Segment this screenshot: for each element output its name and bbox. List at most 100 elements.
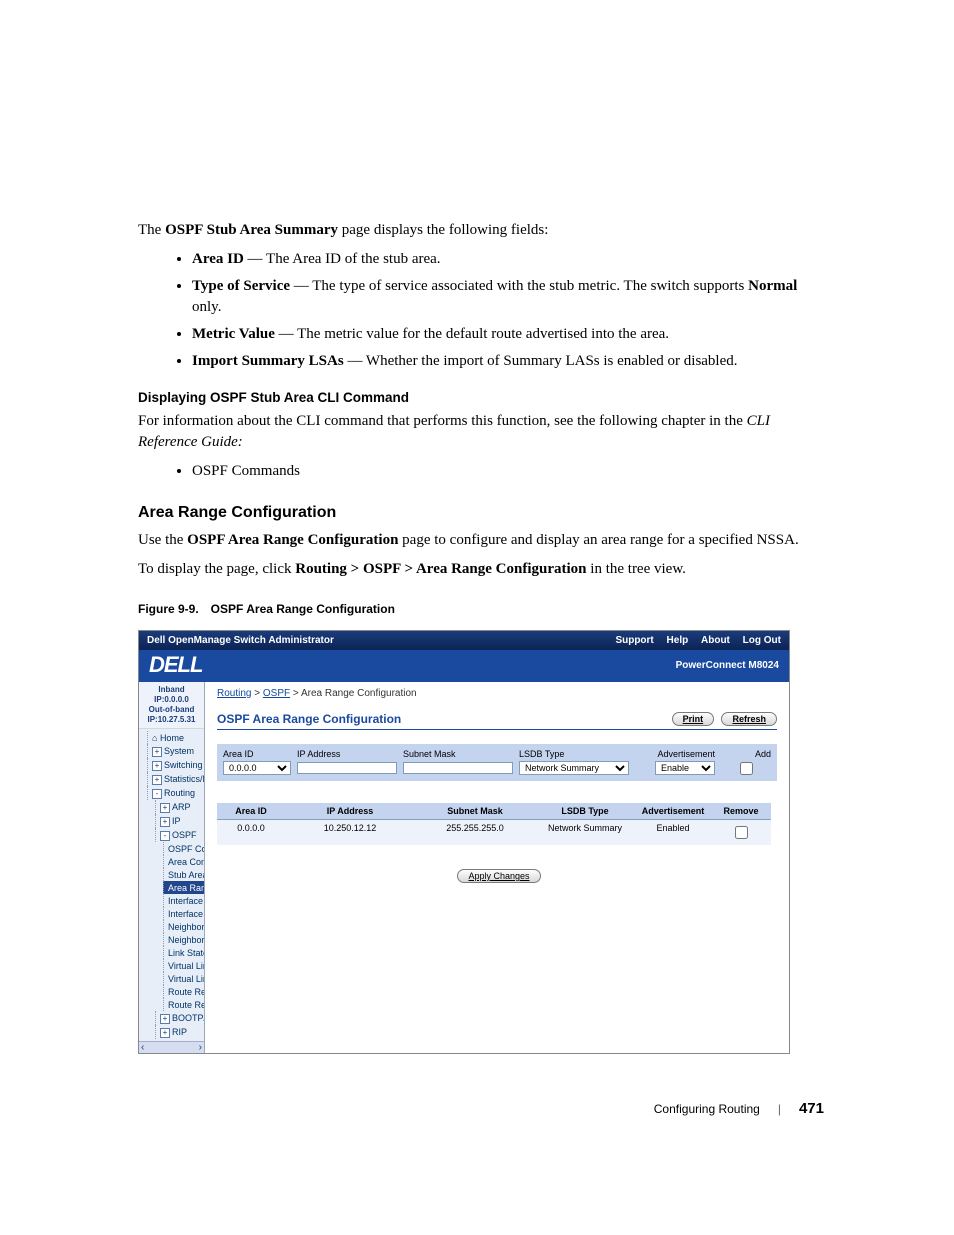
td-mask: 255.255.255.0 (415, 820, 535, 845)
home-icon: ⌂ (152, 733, 160, 743)
th-ip: IP Address (285, 803, 415, 820)
cli-body: For information about the CLI command th… (138, 411, 824, 453)
dell-logo: DELL (149, 652, 202, 678)
tree-expander-icon[interactable]: - (152, 789, 162, 799)
section-heading: Area Range Configuration (138, 504, 824, 522)
scroll-left-icon[interactable]: ‹ (141, 1042, 144, 1053)
tree-node-11[interactable]: Area Range Con (163, 881, 204, 894)
crumb-routing[interactable]: Routing (217, 688, 251, 699)
product-name: PowerConnect M8024 (676, 660, 779, 671)
field-list: Area ID — The Area ID of the stub area. … (138, 249, 824, 372)
tree-node-1[interactable]: +System (147, 744, 204, 758)
tree-node-20[interactable]: Route Redistributio (163, 998, 204, 1011)
mask-input[interactable] (403, 762, 513, 774)
tree-expander-icon[interactable]: + (160, 803, 170, 813)
remove-checkbox[interactable] (735, 826, 748, 839)
config-form: Area ID IP Address Subnet Mask LSDB Type… (217, 744, 777, 781)
screenshot-figure: Dell OpenManage Switch Administrator Sup… (138, 630, 790, 1054)
nav-tree: ⌂ Home+System+Switching+Statistics/RMON-… (139, 729, 204, 1041)
hdr-mask: Subnet Mask (403, 749, 513, 759)
tree-node-label: OSPF (172, 830, 197, 840)
tree-node-label: ARP (172, 802, 191, 812)
nav-sentence: To display the page, click Routing > OSP… (138, 559, 824, 580)
titlebar-nav: Support Help About Log Out (605, 635, 781, 646)
tree-node-8[interactable]: OSPF Configuratio (163, 842, 204, 855)
tree-expander-icon[interactable]: + (152, 761, 162, 771)
tree-expander-icon[interactable]: - (160, 831, 170, 841)
cli-list: OSPF Commands (138, 461, 824, 482)
td-lsdb: Network Summary (535, 820, 635, 845)
data-table: Area ID IP Address Subnet Mask LSDB Type… (217, 803, 777, 845)
tree-node-label: Link State Databa (168, 948, 205, 958)
tree-node-6[interactable]: +IP (155, 814, 204, 828)
tree-node-label: Interface Statistics (168, 896, 205, 906)
help-link[interactable]: Help (667, 635, 689, 646)
logout-link[interactable]: Log Out (743, 635, 781, 646)
tree-node-17[interactable]: Virtual Link Config (163, 959, 204, 972)
tree-node-label: IP (172, 816, 181, 826)
scroll-right-icon[interactable]: › (199, 1042, 202, 1053)
tree-node-14[interactable]: Neighbor Table (163, 920, 204, 933)
tree-node-18[interactable]: Virtual Link Summ (163, 972, 204, 985)
intro-line: The OSPF Stub Area Summary page displays… (138, 220, 824, 241)
cli-heading: Displaying OSPF Stub Area CLI Command (138, 390, 824, 405)
tree-node-label: Neighbor Table (168, 922, 205, 932)
section-body: Use the OSPF Area Range Configuration pa… (138, 530, 824, 551)
tree-expander-icon[interactable]: + (160, 1014, 170, 1024)
tree-node-9[interactable]: Area Configuration (163, 855, 204, 868)
tree-node-7[interactable]: -OSPF (155, 828, 204, 842)
print-button[interactable]: Print (672, 712, 715, 726)
hdr-lsdb: LSDB Type (519, 749, 629, 759)
footer-separator: | (778, 1102, 781, 1116)
tree-node-label: System (164, 746, 194, 756)
sidebar: Inband IP:0.0.0.0 Out-of-band IP:10.27.5… (139, 682, 205, 1053)
tree-expander-icon[interactable]: + (160, 1028, 170, 1038)
tree-node-label: Statistics/RMON (164, 774, 205, 784)
sidebar-ip-info: Inband IP:0.0.0.0 Out-of-band IP:10.27.5… (139, 682, 204, 729)
td-area: 0.0.0.0 (217, 820, 285, 845)
footer-section: Configuring Routing (654, 1102, 760, 1116)
add-checkbox[interactable] (740, 762, 753, 775)
th-mask: Subnet Mask (415, 803, 535, 820)
th-area: Area ID (217, 803, 285, 820)
tree-node-22[interactable]: +RIP (155, 1025, 204, 1039)
tree-node-label: Area Configuration (168, 857, 205, 867)
hdr-area-id: Area ID (223, 749, 291, 759)
tree-node-19[interactable]: Route Redistributio (163, 985, 204, 998)
tree-node-12[interactable]: Interface Statistics (163, 894, 204, 907)
tree-node-21[interactable]: +BOOTP/DHCP Relay (155, 1011, 204, 1025)
tree-node-2[interactable]: +Switching (147, 758, 204, 772)
tree-node-5[interactable]: +ARP (155, 800, 204, 814)
support-link[interactable]: Support (615, 635, 653, 646)
tree-node-15[interactable]: Neighbor Configura (163, 933, 204, 946)
td-ip: 10.250.12.12 (285, 820, 415, 845)
panel-title: OSPF Area Range Configuration (217, 712, 401, 726)
td-adv: Enabled (635, 820, 711, 845)
tree-expander-icon[interactable]: + (152, 747, 162, 757)
tree-node-3[interactable]: +Statistics/RMON (147, 772, 204, 786)
tree-node-label: Interface Configura (168, 909, 205, 919)
sidebar-scrollbar[interactable]: ‹ › (139, 1041, 204, 1053)
tree-expander-icon[interactable]: + (152, 775, 162, 785)
tree-node-10[interactable]: Stub Area Summa (163, 868, 204, 881)
tree-node-4[interactable]: -Routing (147, 786, 204, 800)
crumb-ospf[interactable]: OSPF (263, 688, 290, 699)
tree-node-label: Virtual Link Summ (168, 974, 205, 984)
tree-node-label: RIP (172, 1027, 187, 1037)
ip-input[interactable] (297, 762, 397, 774)
area-id-select[interactable]: 0.0.0.0 (223, 761, 291, 775)
apply-changes-button[interactable]: Apply Changes (457, 869, 540, 883)
refresh-button[interactable]: Refresh (721, 712, 777, 726)
hdr-add: Add (721, 749, 771, 759)
tree-node-0[interactable]: ⌂ Home (147, 731, 204, 744)
about-link[interactable]: About (701, 635, 730, 646)
tree-node-16[interactable]: Link State Databa (163, 946, 204, 959)
tree-node-label: Neighbor Configura (168, 935, 205, 945)
adv-select[interactable]: Enable (655, 761, 715, 775)
tree-node-label: Home (160, 733, 184, 743)
tree-node-13[interactable]: Interface Configura (163, 907, 204, 920)
tree-expander-icon[interactable]: + (160, 817, 170, 827)
tree-node-label: Route Redistributio (168, 987, 205, 997)
window-titlebar: Dell OpenManage Switch Administrator Sup… (139, 631, 789, 650)
lsdb-select[interactable]: Network Summary (519, 761, 629, 775)
